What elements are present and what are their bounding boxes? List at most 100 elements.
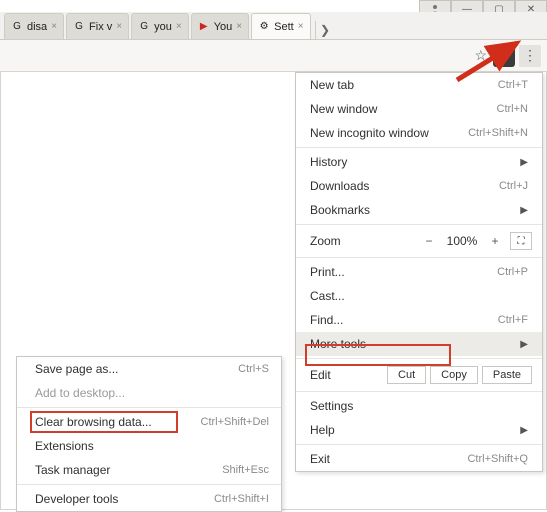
menu-label: Edit: [310, 368, 383, 382]
menu-separator: [296, 224, 542, 225]
submenu-clear-browsing-data[interactable]: Clear browsing data... Ctrl+Shift+Del: [17, 410, 281, 434]
more-tools-submenu: Save page as... Ctrl+S Add to desktop...…: [16, 356, 282, 512]
menu-label: New window: [310, 102, 377, 116]
tab-title: Fix v: [89, 21, 112, 33]
menu-label: Exit: [310, 452, 330, 466]
menu-cast[interactable]: Cast...: [296, 284, 542, 308]
menu-label: Find...: [310, 313, 343, 327]
menu-edit: Edit Cut Copy Paste: [296, 361, 542, 389]
paste-button[interactable]: Paste: [482, 366, 532, 384]
zoom-out-button[interactable]: −: [418, 234, 440, 248]
google-favicon-icon: G: [138, 21, 150, 32]
menu-shortcut: Ctrl+F: [498, 314, 528, 326]
menu-bookmarks[interactable]: Bookmarks ▶: [296, 198, 542, 222]
menu-label: Clear browsing data...: [35, 415, 152, 429]
menu-label: Help: [310, 423, 335, 437]
menu-separator: [296, 358, 542, 359]
menu-label: Zoom: [310, 234, 418, 248]
menu-label: Settings: [310, 399, 353, 413]
extension-button[interactable]: ⋯: [493, 45, 515, 67]
menu-shortcut: Ctrl+P: [497, 266, 528, 278]
menu-separator: [17, 484, 281, 485]
tab-strip: G disa × G Fix v × G you × ▶ You × ⚙ Set…: [0, 12, 547, 40]
copy-button[interactable]: Copy: [430, 366, 478, 384]
tab-title: You: [214, 21, 233, 33]
menu-shortcut: Ctrl+J: [499, 180, 528, 192]
menu-new-window[interactable]: New window Ctrl+N: [296, 97, 542, 121]
menu-shortcut: Shift+Esc: [222, 464, 269, 476]
tab-title: you: [154, 21, 172, 33]
menu-zoom: Zoom − 100% + ⛶: [296, 227, 542, 255]
toolbar: ☆ ⋯ ⋮: [0, 40, 547, 72]
menu-separator: [296, 444, 542, 445]
menu-separator: [296, 391, 542, 392]
menu-label: Extensions: [35, 439, 94, 453]
menu-label: Bookmarks: [310, 203, 370, 217]
menu-label: More tools: [310, 337, 366, 351]
menu-label: Task manager: [35, 463, 110, 477]
chrome-menu-button[interactable]: ⋮: [519, 45, 541, 67]
menu-settings[interactable]: Settings: [296, 394, 542, 418]
bookmark-star-icon[interactable]: ☆: [474, 47, 487, 64]
submenu-save-page[interactable]: Save page as... Ctrl+S: [17, 357, 281, 381]
submenu-arrow-icon: ▶: [520, 205, 528, 216]
tab-title: Sett: [274, 21, 294, 33]
tab-0[interactable]: G disa ×: [4, 13, 64, 39]
close-icon[interactable]: ×: [176, 21, 182, 32]
tab-title: disa: [27, 21, 47, 33]
menu-shortcut: Ctrl+N: [497, 103, 528, 115]
menu-history[interactable]: History ▶: [296, 150, 542, 174]
menu-label: Developer tools: [35, 492, 118, 506]
youtube-favicon-icon: ▶: [198, 21, 210, 32]
menu-label: Save page as...: [35, 362, 118, 376]
cut-button[interactable]: Cut: [387, 366, 426, 384]
submenu-developer-tools[interactable]: Developer tools Ctrl+Shift+I: [17, 487, 281, 511]
menu-more-tools[interactable]: More tools ▶: [296, 332, 542, 356]
submenu-arrow-icon: ▶: [520, 425, 528, 436]
menu-shortcut: Ctrl+S: [238, 363, 269, 375]
submenu-arrow-icon: ▶: [520, 339, 528, 350]
chrome-main-menu: New tab Ctrl+T New window Ctrl+N New inc…: [295, 72, 543, 472]
menu-separator: [296, 147, 542, 148]
google-favicon-icon: G: [73, 21, 85, 32]
menu-shortcut: Ctrl+T: [498, 79, 528, 91]
menu-label: Cast...: [310, 289, 345, 303]
submenu-add-desktop[interactable]: Add to desktop...: [17, 381, 281, 405]
menu-find[interactable]: Find... Ctrl+F: [296, 308, 542, 332]
menu-downloads[interactable]: Downloads Ctrl+J: [296, 174, 542, 198]
menu-shortcut: Ctrl+Shift+N: [468, 127, 528, 139]
menu-label: Add to desktop...: [35, 386, 125, 400]
menu-label: New tab: [310, 78, 354, 92]
fullscreen-button[interactable]: ⛶: [510, 232, 532, 250]
menu-shortcut: Ctrl+Shift+Del: [201, 416, 269, 428]
google-favicon-icon: G: [11, 21, 23, 32]
new-tab-button[interactable]: ❯: [315, 21, 335, 39]
tab-1[interactable]: G Fix v ×: [66, 13, 129, 39]
menu-new-tab[interactable]: New tab Ctrl+T: [296, 73, 542, 97]
menu-new-incognito[interactable]: New incognito window Ctrl+Shift+N: [296, 121, 542, 145]
menu-help[interactable]: Help ▶: [296, 418, 542, 442]
zoom-in-button[interactable]: +: [484, 234, 506, 248]
menu-label: History: [310, 155, 347, 169]
menu-separator: [296, 257, 542, 258]
close-icon[interactable]: ×: [116, 21, 122, 32]
menu-shortcut: Ctrl+Shift+I: [214, 493, 269, 505]
submenu-task-manager[interactable]: Task manager Shift+Esc: [17, 458, 281, 482]
menu-shortcut: Ctrl+Shift+Q: [467, 453, 528, 465]
submenu-extensions[interactable]: Extensions: [17, 434, 281, 458]
close-icon[interactable]: ×: [51, 21, 57, 32]
settings-favicon-icon: ⚙: [258, 21, 270, 32]
tab-2[interactable]: G you ×: [131, 13, 189, 39]
menu-label: New incognito window: [310, 126, 429, 140]
tab-3[interactable]: ▶ You ×: [191, 13, 249, 39]
close-icon[interactable]: ×: [236, 21, 242, 32]
submenu-arrow-icon: ▶: [520, 157, 528, 168]
tab-4[interactable]: ⚙ Sett ×: [251, 13, 310, 39]
close-icon[interactable]: ×: [298, 21, 304, 32]
menu-label: Downloads: [310, 179, 369, 193]
zoom-value: 100%: [440, 234, 484, 248]
menu-separator: [17, 407, 281, 408]
menu-label: Print...: [310, 265, 345, 279]
menu-exit[interactable]: Exit Ctrl+Shift+Q: [296, 447, 542, 471]
menu-print[interactable]: Print... Ctrl+P: [296, 260, 542, 284]
